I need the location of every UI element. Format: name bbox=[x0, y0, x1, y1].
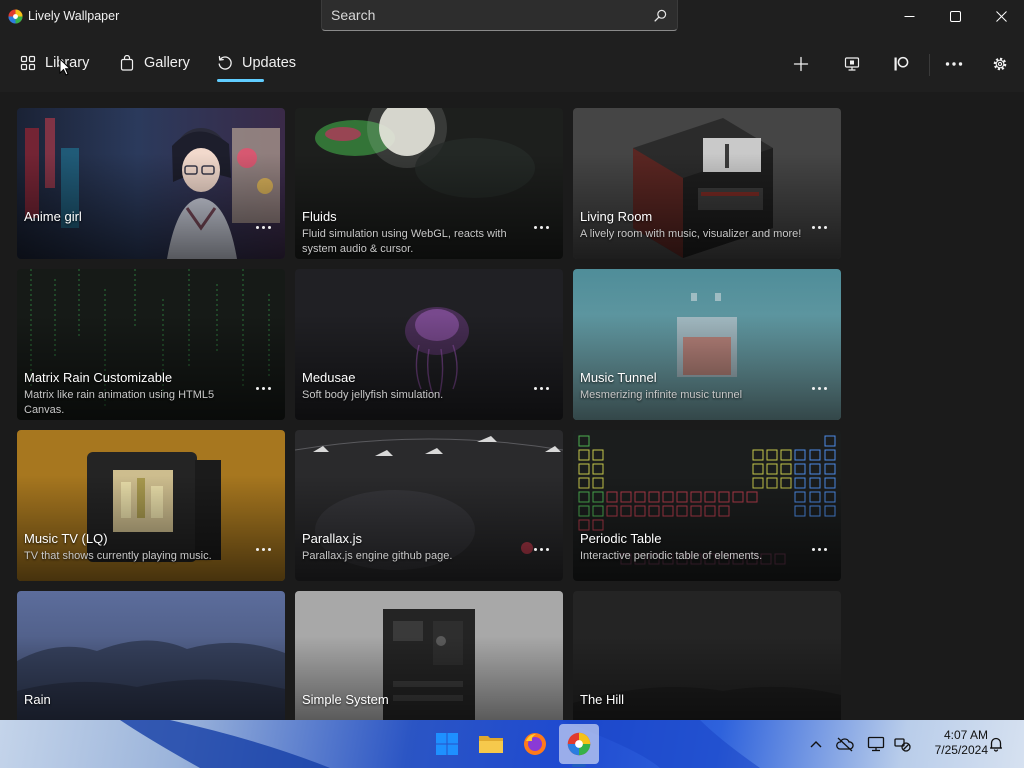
library-grid-icon bbox=[20, 55, 36, 71]
card-title: Medusae bbox=[302, 370, 356, 385]
search-box[interactable] bbox=[321, 0, 678, 31]
minimize-button[interactable] bbox=[886, 0, 932, 32]
app-title: Lively Wallpaper bbox=[28, 9, 120, 23]
card-title: Matrix Rain Customizable bbox=[24, 370, 173, 385]
wallpaper-card-music-tunnel[interactable]: Music Tunnel Mesmerizing infinite music … bbox=[573, 269, 841, 420]
wallpaper-card-simple-system[interactable]: Simple System bbox=[295, 591, 563, 720]
lively-logo-icon bbox=[8, 9, 23, 24]
minimize-icon bbox=[904, 15, 914, 17]
card-more-button[interactable] bbox=[529, 381, 553, 395]
card-more-button[interactable] bbox=[529, 220, 553, 234]
navigation-bar: Library Gallery Updates bbox=[0, 34, 1024, 92]
system-clock[interactable]: 4:07 AM 7/25/2024 bbox=[918, 728, 988, 758]
wallpaper-card-parallax[interactable]: Parallax.js Parallax.js engine github pa… bbox=[295, 430, 563, 581]
mouse-pointer-icon bbox=[59, 58, 71, 76]
card-title: Fluids bbox=[302, 209, 337, 224]
close-button[interactable] bbox=[978, 0, 1024, 32]
lively-wallpaper-button[interactable] bbox=[559, 724, 599, 764]
card-more-button[interactable] bbox=[529, 542, 553, 556]
settings-button[interactable] bbox=[987, 51, 1013, 77]
gallery-bag-icon bbox=[120, 55, 134, 71]
wallpaper-library: Anime girl Fluids Fluid simulation using… bbox=[0, 92, 1024, 720]
card-description: Soft body jellyfish simulation. bbox=[302, 389, 444, 401]
patreon-button[interactable] bbox=[888, 51, 914, 77]
search-icon[interactable] bbox=[654, 9, 667, 22]
card-more-button[interactable] bbox=[251, 220, 275, 234]
selected-tab-indicator bbox=[217, 79, 264, 82]
close-icon bbox=[995, 10, 1007, 22]
wallpaper-card-matrix-rain[interactable]: Matrix Rain Customizable Matrix like rai… bbox=[17, 269, 285, 420]
card-more-button[interactable] bbox=[807, 542, 831, 556]
wallpaper-card-anime-girl[interactable]: Anime girl bbox=[17, 108, 285, 259]
firefox-button[interactable] bbox=[515, 724, 555, 764]
card-title: Periodic Table bbox=[580, 531, 662, 546]
wallpaper-card-medusae[interactable]: Medusae Soft body jellyfish simulation. bbox=[295, 269, 563, 420]
firefox-icon bbox=[524, 733, 546, 755]
bell-icon[interactable] bbox=[987, 736, 1005, 752]
tab-updates-label: Updates bbox=[242, 55, 297, 71]
more-icon bbox=[945, 62, 963, 66]
card-shade bbox=[17, 108, 285, 259]
card-title: Rain bbox=[24, 692, 51, 707]
card-description: Matrix like rain animation using HTML5 C… bbox=[24, 389, 215, 416]
tab-library[interactable]: Library bbox=[20, 34, 89, 92]
search-input[interactable] bbox=[322, 0, 642, 30]
card-description: Parallax.js engine github page. bbox=[302, 550, 453, 562]
card-description: Mesmerizing infinite music tunnel bbox=[580, 389, 743, 401]
wallpaper-card-the-hill[interactable]: The Hill bbox=[573, 591, 841, 720]
card-description: TV that shows currently playing music. bbox=[24, 550, 212, 562]
tab-gallery[interactable]: Gallery bbox=[119, 34, 190, 92]
clock-time: 4:07 AM bbox=[943, 728, 988, 742]
card-more-button[interactable] bbox=[807, 381, 831, 395]
card-description: Interactive periodic table of elements. bbox=[580, 550, 763, 562]
card-more-button[interactable] bbox=[807, 220, 831, 234]
running-app-indicator bbox=[572, 764, 586, 767]
display-icon[interactable] bbox=[867, 736, 885, 752]
start-button[interactable] bbox=[427, 724, 467, 764]
card-title: Music Tunnel bbox=[580, 370, 657, 385]
toolbar-divider bbox=[929, 54, 930, 76]
file-explorer-button[interactable] bbox=[471, 724, 511, 764]
wallpaper-card-rain[interactable]: Rain bbox=[17, 591, 285, 720]
clock-date: 7/25/2024 bbox=[934, 743, 988, 757]
add-icon bbox=[793, 56, 809, 72]
gear-icon bbox=[993, 57, 1007, 71]
updates-refresh-icon bbox=[218, 55, 232, 70]
windows-start-icon bbox=[436, 733, 458, 755]
screen-icon bbox=[844, 57, 860, 71]
maximize-button[interactable] bbox=[932, 0, 978, 32]
card-more-button[interactable] bbox=[251, 381, 275, 395]
tab-gallery-label: Gallery bbox=[144, 55, 190, 71]
wallpaper-card-music-tv[interactable]: Music TV (LQ) TV that shows currently pl… bbox=[17, 430, 285, 581]
windows-taskbar: 4:07 AM 7/25/2024 bbox=[0, 720, 1024, 768]
file-explorer-icon bbox=[479, 736, 503, 753]
card-title: Living Room bbox=[580, 209, 653, 224]
network-icon[interactable] bbox=[893, 736, 911, 752]
wallpaper-card-living-room[interactable]: Living Room A lively room with music, vi… bbox=[573, 108, 841, 259]
tab-updates[interactable]: Updates bbox=[217, 34, 296, 92]
card-title: Music TV (LQ) bbox=[24, 531, 108, 546]
onedrive-icon[interactable] bbox=[836, 736, 854, 752]
title-bar: Lively Wallpaper bbox=[0, 0, 1024, 34]
card-description: Fluid simulation using WebGL, reacts wit… bbox=[302, 228, 507, 255]
lively-wallpaper-icon bbox=[567, 732, 591, 756]
card-title: Simple System bbox=[302, 692, 389, 707]
chevron-up-icon[interactable] bbox=[807, 736, 825, 752]
more-options-button[interactable] bbox=[941, 51, 967, 77]
card-shade bbox=[17, 591, 285, 720]
choose-display-button[interactable] bbox=[839, 51, 865, 77]
patreon-icon bbox=[894, 56, 909, 71]
wallpaper-card-periodic-table[interactable]: Periodic Table Interactive periodic tabl… bbox=[573, 430, 841, 581]
add-wallpaper-button[interactable] bbox=[788, 51, 814, 77]
card-title: Anime girl bbox=[24, 209, 82, 224]
card-description: A lively room with music, visualizer and… bbox=[580, 228, 802, 240]
maximize-icon bbox=[949, 10, 961, 22]
card-more-button[interactable] bbox=[251, 542, 275, 556]
wallpaper-card-fluids[interactable]: Fluids Fluid simulation using WebGL, rea… bbox=[295, 108, 563, 259]
card-title: The Hill bbox=[580, 692, 625, 707]
card-title: Parallax.js bbox=[302, 531, 362, 546]
